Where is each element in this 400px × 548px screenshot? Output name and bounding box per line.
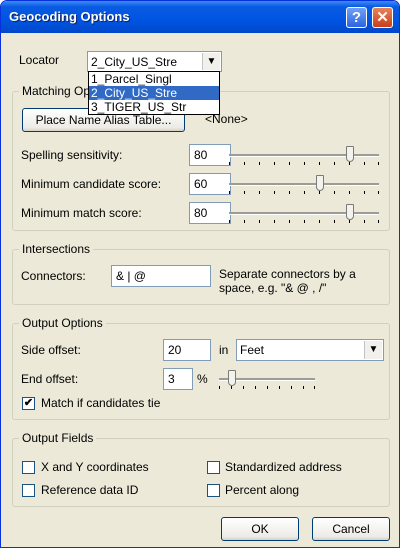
close-button[interactable]: ✕ — [372, 7, 393, 28]
slider-thumb[interactable] — [316, 175, 324, 191]
min-candidate-score-slider[interactable] — [229, 175, 379, 194]
help-button[interactable]: ? — [346, 7, 367, 28]
units-selected-value: Feet — [240, 343, 265, 357]
end-offset-slider[interactable] — [219, 370, 315, 389]
locator-combobox[interactable]: 2_City_US_Stre ▼ — [87, 51, 222, 72]
close-icon: ✕ — [376, 9, 389, 26]
slider-thumb[interactable] — [346, 146, 354, 162]
units-combobox[interactable]: Feet ▼ — [236, 339, 384, 361]
matching-options-title: Matching Op — [19, 84, 94, 98]
title-bar: Geocoding Options ? ✕ — [1, 1, 399, 33]
connectors-hint-line2: space, e.g. "& @ , /" — [219, 281, 327, 295]
output-options-group: Output Options Side offset: 20 in Feet ▼… — [12, 316, 390, 420]
locator-label: Locator — [19, 53, 60, 67]
intersections-title: Intersections — [19, 242, 94, 256]
side-offset-label: Side offset: — [21, 343, 81, 357]
match-if-candidates-tie-checkbox[interactable]: ✔ — [22, 397, 35, 410]
spelling-sensitivity-label: Spelling sensitivity: — [21, 148, 123, 162]
reference-data-id-checkbox[interactable] — [22, 484, 35, 497]
ok-button[interactable]: OK — [221, 517, 299, 541]
xy-coordinates-label: X and Y coordinates — [41, 460, 149, 474]
xy-coordinates-checkbox[interactable] — [22, 461, 35, 474]
connectors-hint-line1: Separate connectors by a — [219, 267, 356, 281]
slider-thumb[interactable] — [228, 370, 236, 386]
end-offset-input[interactable]: 3 — [163, 368, 193, 390]
in-label: in — [219, 343, 229, 357]
percent-along-checkbox[interactable] — [207, 484, 220, 497]
spelling-sensitivity-input[interactable]: 80 — [189, 144, 231, 166]
slider-thumb[interactable] — [346, 204, 354, 220]
check-icon: ✔ — [23, 397, 34, 409]
standardized-address-label: Standardized address — [225, 460, 342, 474]
window-title: Geocoding Options — [9, 9, 130, 24]
min-match-score-label: Minimum match score: — [21, 206, 142, 220]
chevron-down-icon[interactable]: ▼ — [364, 341, 382, 359]
locator-option[interactable]: 1_Parcel_Singl — [89, 72, 219, 86]
standardized-address-checkbox[interactable] — [207, 461, 220, 474]
percent-along-label: Percent along — [225, 483, 300, 497]
percent-label: % — [197, 372, 208, 386]
output-options-title: Output Options — [19, 316, 106, 330]
geocoding-options-dialog: Geocoding Options ? ✕ Locator 2_City_US_… — [0, 0, 400, 548]
connectors-label: Connectors: — [21, 269, 86, 283]
locator-option-selected[interactable]: 2_City_US_Stre — [89, 86, 219, 100]
locator-dropdown-list: 1_Parcel_Singl 2_City_US_Stre 3_TIGER_US… — [88, 71, 220, 115]
chevron-down-icon[interactable]: ▼ — [202, 53, 220, 70]
match-if-candidates-tie-label: Match if candidates tie — [41, 396, 161, 410]
locator-option[interactable]: 3_TIGER_US_Str — [89, 100, 219, 114]
help-icon: ? — [351, 9, 362, 26]
side-offset-input[interactable]: 20 — [163, 339, 211, 361]
output-fields-group: Output Fields X and Y coordinates Standa… — [12, 431, 390, 507]
locator-selected-value: 2_City_US_Stre — [91, 55, 178, 69]
min-match-score-input[interactable]: 80 — [189, 202, 231, 224]
min-candidate-score-label: Minimum candidate score: — [21, 177, 162, 191]
connectors-input[interactable]: & | @ — [111, 265, 211, 287]
cancel-button[interactable]: Cancel — [312, 517, 390, 541]
spelling-sensitivity-slider[interactable] — [229, 146, 379, 165]
end-offset-label: End offset: — [21, 372, 79, 386]
output-fields-title: Output Fields — [19, 431, 97, 445]
reference-data-id-label: Reference data ID — [41, 483, 139, 497]
intersections-group: Intersections Connectors: & | @ Separate… — [12, 242, 390, 305]
min-match-score-slider[interactable] — [229, 204, 379, 223]
min-candidate-score-input[interactable]: 60 — [189, 173, 231, 195]
